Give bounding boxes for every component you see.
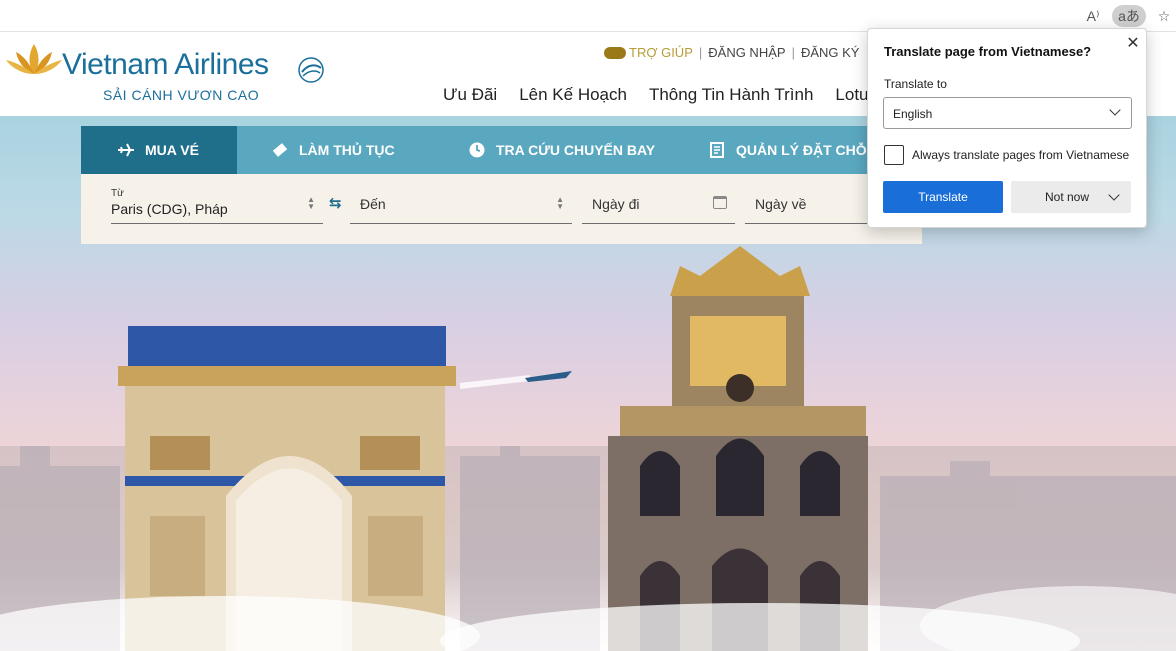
calendar-icon bbox=[713, 196, 727, 209]
chevron-down-icon[interactable] bbox=[1108, 189, 1120, 201]
always-translate-checkbox[interactable] bbox=[884, 145, 904, 165]
translate-icon[interactable]: aあ bbox=[1112, 5, 1146, 27]
departure-date-field[interactable]: Ngày đi bbox=[582, 174, 735, 224]
register-link[interactable]: ĐĂNG KÝ bbox=[801, 45, 860, 60]
plane-icon bbox=[117, 141, 135, 159]
main-nav: Ưu Đãi Lên Kế Hoạch Thông Tin Hành Trình… bbox=[443, 85, 939, 105]
read-aloud-icon[interactable]: A⁾ bbox=[1082, 5, 1104, 27]
destination-field[interactable]: Đến ▲ ▼ bbox=[350, 174, 572, 224]
tab-buy-ticket[interactable]: MUA VÉ bbox=[81, 126, 237, 174]
help-icon bbox=[604, 46, 626, 59]
tab-check-in[interactable]: LÀM THỦ TỤC bbox=[237, 126, 432, 174]
search-fields: Từ Paris (CDG), Pháp ▲ ▼ ⇆ Đến ▲ ▼ Ngày đi… bbox=[81, 174, 922, 244]
logo-slogan: SẢI CÁNH VƯƠN CAO bbox=[103, 87, 260, 103]
flight-booking-widget: MUA VÉ LÀM THỦ TỤC TRA CỨU CHUYẾN BAY QU… bbox=[81, 126, 922, 244]
origin-value: Paris (CDG), Pháp bbox=[111, 201, 228, 217]
nav-item-plan[interactable]: Lên Kế Hoạch bbox=[519, 85, 627, 105]
divider: | bbox=[698, 45, 703, 60]
sort-arrows-icon: ▲ ▼ bbox=[307, 195, 315, 211]
language-select[interactable]: English bbox=[883, 97, 1132, 129]
sort-arrows-icon: ▲ ▼ bbox=[556, 195, 564, 211]
help-label: TRỢ GIÚP bbox=[629, 45, 693, 60]
selected-language: English bbox=[893, 107, 933, 121]
tab-label: LÀM THỦ TỤC bbox=[299, 142, 395, 158]
nav-item-deals[interactable]: Ưu Đãi bbox=[443, 85, 497, 105]
lotus-logo-icon bbox=[6, 44, 62, 74]
translate-button[interactable]: Translate bbox=[883, 181, 1003, 213]
always-translate-label: Always translate pages from Vietnamese bbox=[912, 148, 1130, 162]
origin-label: Từ bbox=[111, 188, 124, 199]
not-now-button[interactable]: Not now bbox=[1011, 181, 1131, 213]
departure-placeholder: Ngày đi bbox=[592, 196, 640, 212]
tab-label: TRA CỨU CHUYẾN BAY bbox=[496, 142, 656, 158]
chevron-down-icon bbox=[1109, 104, 1121, 116]
swap-icon[interactable]: ⇆ bbox=[329, 194, 342, 212]
popup-title: Translate page from Vietnamese? bbox=[884, 44, 1092, 59]
login-link[interactable]: ĐĂNG NHẬP bbox=[708, 45, 785, 60]
logo-wordmark: Vietnam Airlines bbox=[62, 48, 269, 81]
ticket-icon bbox=[271, 141, 289, 159]
always-translate-option: Always translate pages from Vietnamese bbox=[884, 145, 1129, 165]
not-now-label: Not now bbox=[1045, 190, 1090, 204]
clock-icon bbox=[468, 141, 486, 159]
divider: | bbox=[791, 45, 795, 60]
return-placeholder: Ngày về bbox=[755, 196, 807, 212]
booking-tabs: MUA VÉ LÀM THỦ TỤC TRA CỨU CHUYẾN BAY QU… bbox=[81, 126, 922, 174]
help-link[interactable]: TRỢ GIÚP bbox=[604, 45, 693, 60]
origin-field[interactable]: Từ Paris (CDG), Pháp ▲ ▼ bbox=[111, 174, 323, 224]
destination-placeholder: Đến bbox=[360, 196, 386, 212]
favorites-icon[interactable]: ☆ bbox=[1154, 5, 1174, 27]
nav-item-trip-info[interactable]: Thông Tin Hành Trình bbox=[649, 85, 813, 105]
close-icon[interactable]: ✕ bbox=[1122, 33, 1144, 55]
tab-label: QUẢN LÝ ĐẶT CHỖ bbox=[736, 142, 867, 158]
translate-to-label: Translate to bbox=[884, 77, 947, 91]
vietnam-airlines-logo[interactable]: Vietnam Airlines SẢI CÁNH VƯƠN CAO bbox=[4, 38, 334, 106]
skyteam-icon bbox=[298, 57, 324, 83]
tab-label: MUA VÉ bbox=[145, 142, 199, 158]
translate-popup: Translate page from Vietnamese? ✕ Transl… bbox=[867, 28, 1147, 228]
tab-flight-status[interactable]: TRA CỨU CHUYẾN BAY bbox=[432, 126, 672, 174]
document-icon bbox=[708, 141, 726, 159]
utility-links: TRỢ GIÚP | ĐĂNG NHẬP | ĐĂNG KÝ ⚲ bbox=[604, 44, 878, 61]
